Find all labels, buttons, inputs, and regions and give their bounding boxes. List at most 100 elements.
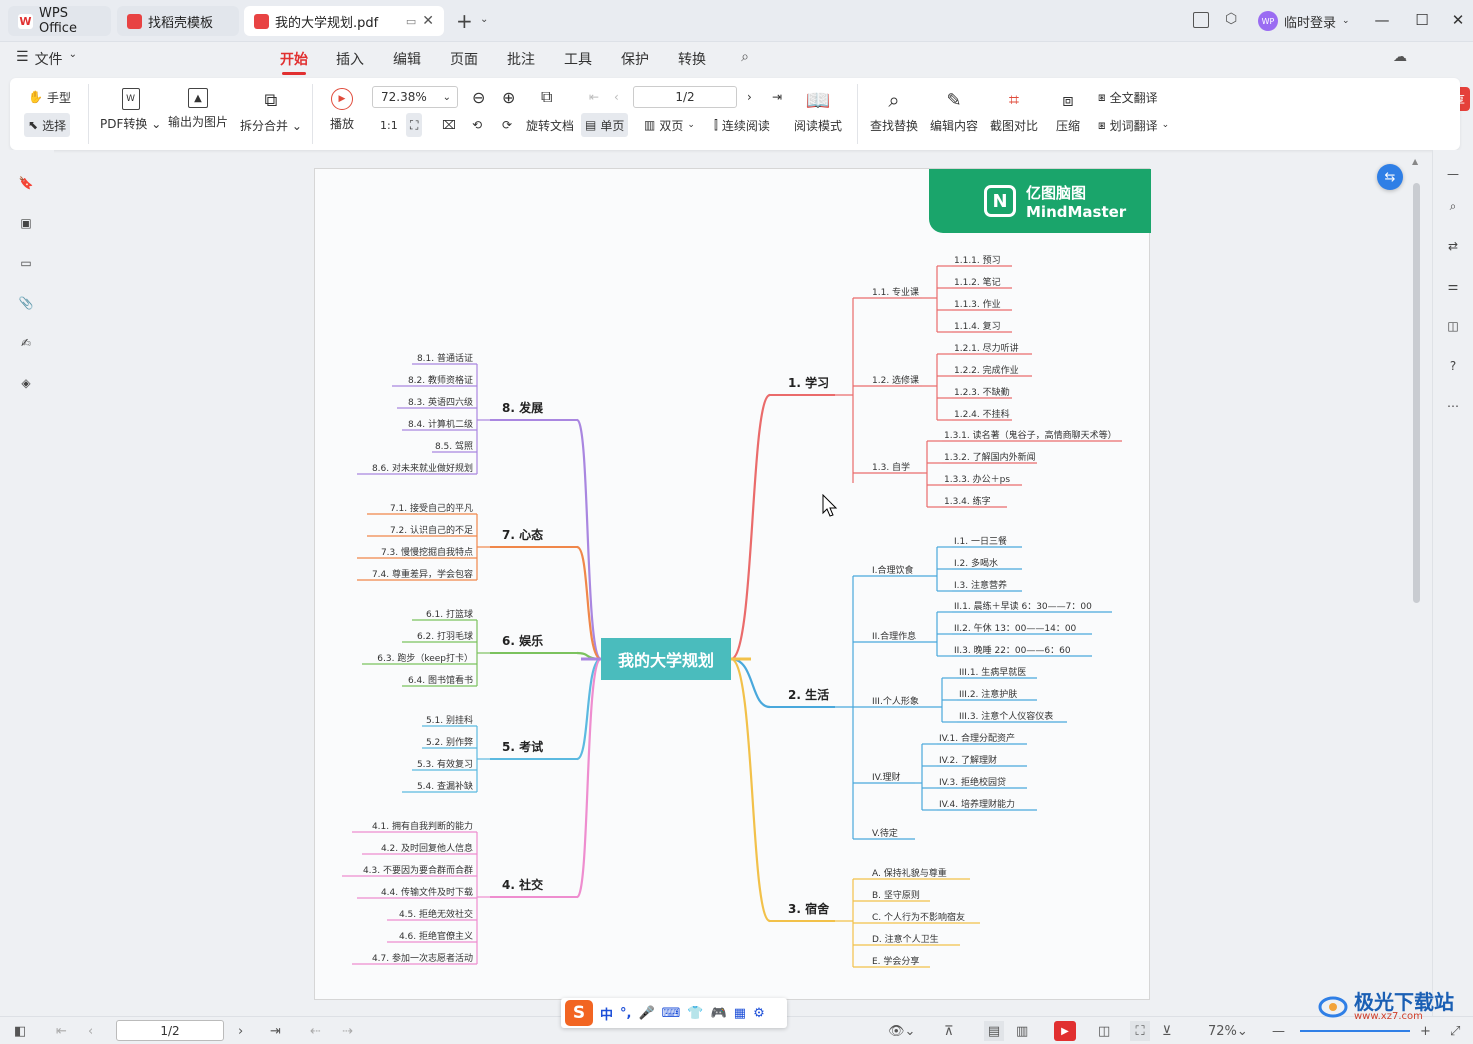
topic-label[interactable]: 7.1. 接受自己的平凡 <box>390 502 473 514</box>
topic-label[interactable]: 1.3.2. 了解国内外新闻 <box>944 451 1036 463</box>
zoom-in-icon[interactable]: ⊕ <box>498 85 519 109</box>
topic-label[interactable]: II.3. 晚睡 22：00——6：60 <box>954 644 1071 656</box>
topic-label[interactable]: IV.4. 培养理财能力 <box>939 798 1015 810</box>
play-button[interactable]: ▶ 播放 <box>330 88 354 132</box>
topic-label[interactable]: 5.4. 查漏补缺 <box>417 780 473 792</box>
topic-label[interactable]: 1.3.1. 读名著（鬼谷子，高情商聊天术等） <box>944 429 1117 441</box>
menu-insert[interactable]: 插入 <box>336 49 364 69</box>
topic-label[interactable]: B. 坚守原则 <box>872 889 920 901</box>
vertical-scrollbar[interactable] <box>1413 183 1420 603</box>
compress-button[interactable]: ⧈ 压缩 <box>1056 88 1080 134</box>
rotate-left-icon[interactable]: ⟲ <box>468 113 486 137</box>
topic-label[interactable]: 5.3. 有效复习 <box>417 758 473 770</box>
branch-study-label[interactable]: 1. 学习 <box>788 375 829 390</box>
actual-size-icon[interactable]: 1:1 <box>376 113 402 137</box>
topic-label[interactable]: I.1. 一日三餐 <box>954 535 1007 547</box>
prev-page-icon[interactable]: ‹ <box>88 1021 93 1041</box>
central-topic[interactable]: 我的大学规划 <box>601 638 731 680</box>
topic-label[interactable]: 6.1. 打篮球 <box>426 608 473 620</box>
close-window-button[interactable]: ✕ <box>1446 8 1470 32</box>
topic-label[interactable]: II.1. 晨练＋早读 6：30——7：00 <box>954 600 1092 612</box>
first-page-icon[interactable]: ⇤ <box>585 85 603 109</box>
life-subtopic[interactable]: IV.理财 <box>872 771 901 783</box>
last-page-icon[interactable]: ⇥ <box>270 1021 281 1041</box>
topic-label[interactable]: 7.2. 认识自己的不足 <box>390 524 473 536</box>
actual-size-icon[interactable]: ⊻ <box>1162 1021 1172 1041</box>
topic-label[interactable]: IV.1. 合理分配资产 <box>939 732 1015 744</box>
topic-label[interactable]: 1.1.4. 复习 <box>954 320 1001 332</box>
topic-label[interactable]: III.2. 注意护肤 <box>959 688 1017 700</box>
microphone-icon[interactable]: 🎤 <box>638 1006 654 1021</box>
tab-template[interactable]: 找稻壳模板 <box>117 6 239 36</box>
menu-tools[interactable]: 工具 <box>564 49 592 69</box>
menu-edit[interactable]: 编辑 <box>393 49 421 69</box>
bookmark-icon[interactable]: 🔖 <box>16 173 36 193</box>
topic-label[interactable]: III.1. 生病早就医 <box>959 666 1026 678</box>
maximize-button[interactable]: ☐ <box>1410 8 1434 32</box>
pdf-convert-button[interactable]: W PDF转换 ⌄ <box>100 88 161 132</box>
new-tab-button[interactable]: + <box>456 9 473 33</box>
topic-label[interactable]: IV.2. 了解理财 <box>939 754 997 766</box>
rotate-doc-icon[interactable]: ⧉ <box>537 85 556 109</box>
zoom-out-icon[interactable]: ⊖ <box>468 85 489 109</box>
zoom-slider[interactable] <box>1300 1030 1410 1032</box>
export-image-button[interactable]: ▲ 输出为图片 <box>168 88 228 130</box>
thumbnail-icon[interactable]: ▣ <box>16 213 36 233</box>
branch-exam-label[interactable]: 5. 考试 <box>502 739 543 754</box>
double-page-button[interactable]: ▥ 双页 ⌄ <box>640 113 699 137</box>
read-mode-button[interactable]: 📖 阅读模式 <box>794 88 842 134</box>
topic-label[interactable]: 1.3.4. 练字 <box>944 495 991 507</box>
full-translate-button[interactable]: ⧆ 全文翻译 <box>1094 85 1162 109</box>
ime-chinese-mode[interactable]: 中 <box>600 1004 613 1023</box>
edit-content-button[interactable]: ✎ 编辑内容 <box>930 88 978 134</box>
attachment-icon[interactable]: 📎 <box>16 293 36 313</box>
zoom-in-button[interactable]: + <box>1420 1021 1431 1041</box>
cube-icon[interactable]: ⬡ <box>1225 11 1237 27</box>
layout-toggle-icon[interactable] <box>1193 12 1209 28</box>
comment-icon[interactable]: ▭ <box>16 253 36 273</box>
branch-mind-label[interactable]: 7. 心态 <box>502 527 543 542</box>
tab-list-chevron-icon[interactable]: ⌄ <box>480 14 488 25</box>
topic-label[interactable]: 8.6. 对未来就业做好规划 <box>372 462 473 474</box>
page-number-input[interactable]: 1/2 <box>633 86 737 108</box>
tab-pdf-document[interactable]: 我的大学规划.pdf ▭ ✕ <box>244 6 444 36</box>
keyboard-icon[interactable]: ⌨ <box>662 1006 681 1021</box>
topic-label[interactable]: 4.7. 参加一次志愿者活动 <box>372 952 473 964</box>
help-icon[interactable]: ? <box>1443 356 1463 376</box>
rotate-doc-button[interactable]: 旋转文档 <box>522 113 578 137</box>
close-tab-icon[interactable]: ✕ <box>422 13 434 29</box>
topic-label[interactable]: II.2. 午休 13：00——14：00 <box>954 622 1077 634</box>
ime-toolbar[interactable]: S 中 °, 🎤 ⌨ 👕 🎮 ▦ ⚙ <box>561 998 787 1028</box>
topic-label[interactable]: 5.2. 别作弊 <box>426 736 473 748</box>
topic-label[interactable]: III.3. 注意个人仪容仪表 <box>959 710 1053 722</box>
topic-label[interactable]: 8.2. 教师资格证 <box>408 374 473 386</box>
topic-label[interactable]: 1.1.2. 笔记 <box>954 276 1001 288</box>
life-subtopic[interactable]: II.合理作息 <box>872 630 916 642</box>
zoom-level[interactable]: 72% ⌄ <box>1208 1021 1248 1041</box>
select-tool[interactable]: ⬉ 选择 <box>24 113 71 137</box>
topic-label[interactable]: A. 保持礼貌与尊重 <box>872 867 947 879</box>
life-subtopic[interactable]: I.合理饮食 <box>872 564 914 576</box>
skin-icon[interactable]: 👕 <box>687 1006 703 1021</box>
topic-label[interactable]: C. 个人行为不影响宿友 <box>872 911 965 923</box>
translate-icon[interactable]: ⇄ <box>1443 236 1463 256</box>
topic-label[interactable]: 4.4. 传输文件及时下载 <box>381 886 473 898</box>
menu-convert[interactable]: 转换 <box>678 49 706 69</box>
cloud-icon[interactable]: ☁ <box>1390 47 1410 67</box>
topic-label[interactable]: 8.5. 驾照 <box>435 441 473 452</box>
fullscreen-icon[interactable]: ⤢ <box>1450 1021 1460 1041</box>
topic-label[interactable]: 1.3.3. 办公＋ps <box>944 473 1010 485</box>
branch-dorm-label[interactable]: 3. 宿舍 <box>788 901 830 916</box>
fit-page-icon[interactable]: ⛶ <box>1130 1021 1150 1041</box>
book-edit-icon[interactable]: ◫ <box>1443 316 1463 336</box>
find-replace-button[interactable]: ⌕ 查找替换 <box>870 88 918 134</box>
topic-label[interactable]: 4.3. 不要因为要合群而合群 <box>363 864 473 876</box>
fit-width-icon[interactable]: ⌧ <box>438 113 460 137</box>
menu-protect[interactable]: 保护 <box>621 49 649 69</box>
fit-height-icon[interactable]: ⊼ <box>944 1021 954 1041</box>
topic-label[interactable]: 1.2.2. 完成作业 <box>954 364 1019 376</box>
topic-label[interactable]: 5.1. 别挂科 <box>426 714 473 726</box>
double-page-icon[interactable]: ▥ <box>1016 1021 1028 1041</box>
last-page-icon[interactable]: ⇥ <box>768 85 786 109</box>
zoom-select[interactable]: 72.38% ⌄ <box>372 86 458 108</box>
